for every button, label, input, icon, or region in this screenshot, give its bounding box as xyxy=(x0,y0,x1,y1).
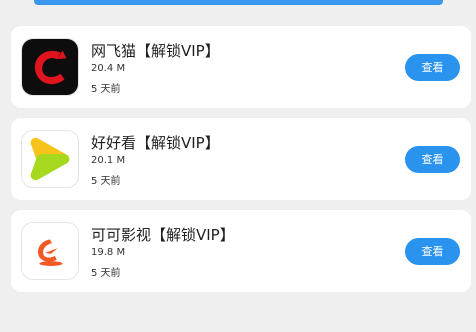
app-title: 好好看【解锁VIP】 xyxy=(91,134,220,152)
haohaokan-app-icon xyxy=(21,130,79,188)
wangfeimao-app-icon xyxy=(21,38,79,96)
top-bar xyxy=(0,0,476,5)
app-size: 20.1 M xyxy=(91,155,126,166)
app-size: 19.8 M xyxy=(91,247,126,258)
app-size: 20.4 M xyxy=(91,63,126,74)
top-accent-strip xyxy=(34,0,443,5)
app-list: 网飞猫【解锁VIP】 20.4 M 5 天前 查看 好好看【解锁VIP】 20.… xyxy=(11,26,471,302)
app-card[interactable]: 网飞猫【解锁VIP】 20.4 M 5 天前 查看 xyxy=(11,26,471,108)
app-updated-time: 5 天前 xyxy=(91,84,121,95)
app-updated-time: 5 天前 xyxy=(91,268,121,279)
app-title: 网飞猫【解锁VIP】 xyxy=(91,42,220,60)
app-title: 可可影视【解锁VIP】 xyxy=(91,226,235,244)
app-updated-time: 5 天前 xyxy=(91,176,121,187)
view-button[interactable]: 查看 xyxy=(405,238,460,265)
view-button[interactable]: 查看 xyxy=(405,54,460,81)
app-card[interactable]: 可可影视【解锁VIP】 19.8 M 5 天前 查看 xyxy=(11,210,471,292)
kekeyingshi-app-icon xyxy=(21,222,79,280)
view-button[interactable]: 查看 xyxy=(405,146,460,173)
app-card[interactable]: 好好看【解锁VIP】 20.1 M 5 天前 查看 xyxy=(11,118,471,200)
